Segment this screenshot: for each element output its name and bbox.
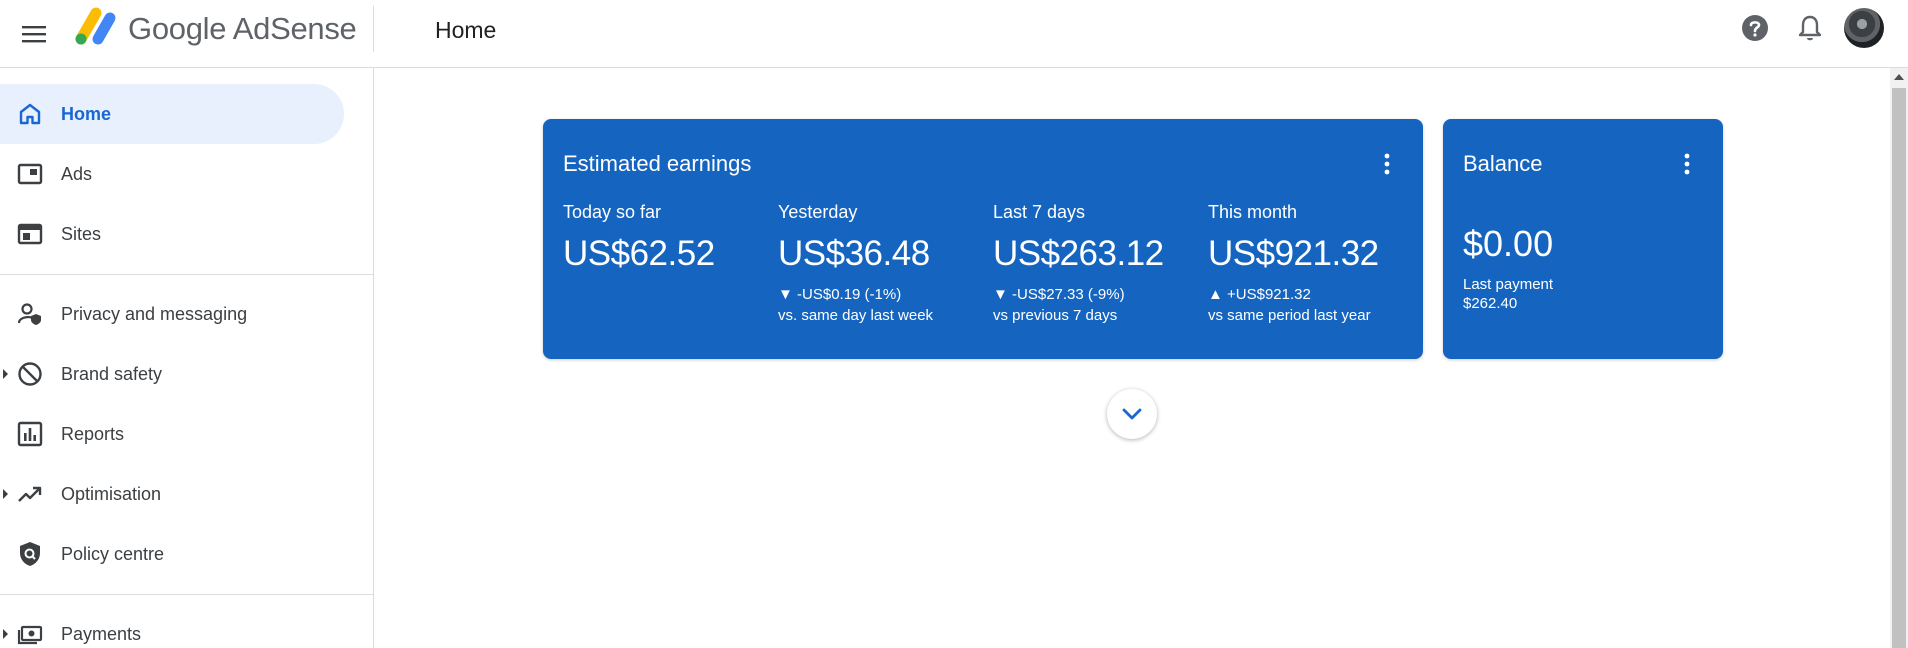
metric-value: US$921.32	[1208, 234, 1379, 273]
main-menu-button[interactable]	[14, 14, 54, 54]
sidebar-divider	[0, 274, 373, 275]
metric-this-month: This month US$921.32 ▲ +US$921.32 vs sam…	[1208, 201, 1418, 325]
menu-icon	[22, 26, 46, 43]
top-app-bar: Google AdSense Home	[0, 0, 1908, 68]
balance-card: Balance $0.00 Last payment $262.40	[1443, 119, 1723, 359]
sidebar-item-reports[interactable]: Reports	[0, 404, 344, 464]
sidebar-divider	[0, 594, 373, 595]
metric-last-7-days: Last 7 days US$263.12 ▼ -US$27.33 (-9%) …	[993, 201, 1203, 325]
expand-caret-icon[interactable]	[3, 369, 8, 379]
sidebar-item-label: Brand safety	[61, 363, 163, 384]
sidebar-item-home[interactable]: Home	[0, 84, 344, 144]
expand-caret-icon[interactable]	[3, 489, 8, 499]
metric-compare: vs previous 7 days	[993, 307, 1118, 324]
sites-icon	[17, 223, 43, 245]
card-title: Estimated earnings	[563, 151, 752, 176]
last-payment-label: Last payment	[1463, 276, 1554, 293]
sidebar-item-label: Policy centre	[61, 543, 165, 564]
scroll-up-arrow-icon[interactable]	[1894, 74, 1904, 80]
reports-icon	[17, 421, 43, 447]
expand-button[interactable]	[1107, 389, 1157, 439]
page-title: Home	[435, 17, 497, 43]
header-divider	[373, 6, 374, 52]
metric-value: US$62.52	[563, 234, 715, 273]
adsense-logo-icon	[75, 7, 116, 45]
notifications-button[interactable]	[1795, 13, 1825, 43]
metric-change: ▲ +US$921.32	[1208, 286, 1311, 303]
sidebar-item-label: Sites	[61, 223, 102, 244]
block-icon	[18, 362, 42, 386]
metric-yesterday: Yesterday US$36.48 ▼ -US$0.19 (-1%) vs. …	[778, 201, 988, 325]
sidebar-item-label: Ads	[61, 163, 93, 184]
estimated-earnings-card: Estimated earnings Today so far US$62.52…	[543, 119, 1423, 359]
sidebar-item-brand-safety[interactable]: Brand safety	[0, 344, 344, 404]
metric-value: US$36.48	[778, 234, 930, 273]
policy-shield-icon	[20, 542, 40, 566]
trending-up-icon	[18, 486, 42, 502]
page-scrollbar[interactable]	[1890, 68, 1908, 648]
sidebar-item-label: Home	[61, 103, 112, 124]
metric-label: Today so far	[563, 202, 662, 222]
more-vert-icon[interactable]	[1375, 151, 1399, 177]
sidebar-item-payments[interactable]: Payments	[0, 604, 344, 648]
privacy-icon	[17, 303, 41, 325]
chevron-down-icon	[1122, 408, 1142, 420]
sidebar-item-sites[interactable]: Sites	[0, 204, 344, 264]
payments-icon	[17, 625, 43, 645]
help-icon	[1742, 15, 1768, 41]
metric-label: Last 7 days	[993, 202, 1086, 222]
more-vert-icon[interactable]	[1675, 151, 1699, 177]
sidebar-item-label: Reports	[61, 423, 125, 444]
sidebar-item-optimisation[interactable]: Optimisation	[0, 464, 344, 524]
avatar[interactable]	[1844, 8, 1884, 48]
notifications-icon	[1798, 15, 1822, 41]
metric-compare: vs same period last year	[1208, 307, 1371, 324]
scrollbar-thumb[interactable]	[1892, 88, 1906, 648]
expand-caret-icon[interactable]	[3, 629, 8, 639]
sidebar-item-privacy-and-messaging[interactable]: Privacy and messaging	[0, 284, 344, 344]
metric-today: Today so far US$62.52	[563, 201, 773, 275]
metric-change: ▼ -US$0.19 (-1%)	[778, 286, 902, 303]
sidebar-item-policy-centre[interactable]: Policy centre	[0, 524, 344, 584]
balance-value: $0.00	[1463, 223, 1554, 264]
home-icon	[19, 103, 41, 125]
metric-compare: vs. same day last week	[778, 307, 934, 324]
sidebar: Home Ads Sites Privacy and messaging Bra	[0, 68, 374, 648]
ads-icon	[17, 163, 43, 185]
sidebar-item-label: Payments	[61, 623, 142, 644]
help-button[interactable]	[1740, 13, 1770, 43]
metric-change: ▼ -US$27.33 (-9%)	[993, 286, 1125, 303]
metric-value: US$263.12	[993, 234, 1164, 273]
brand-name[interactable]: Google AdSense	[128, 11, 357, 47]
metric-label: This month	[1208, 202, 1298, 222]
card-title: Balance	[1463, 151, 1543, 176]
sidebar-item-label: Privacy and messaging	[61, 303, 248, 324]
sidebar-item-label: Optimisation	[61, 483, 162, 504]
last-payment-amount: $262.40	[1463, 295, 1518, 312]
metric-label: Yesterday	[778, 202, 858, 222]
sidebar-item-ads[interactable]: Ads	[0, 144, 344, 204]
